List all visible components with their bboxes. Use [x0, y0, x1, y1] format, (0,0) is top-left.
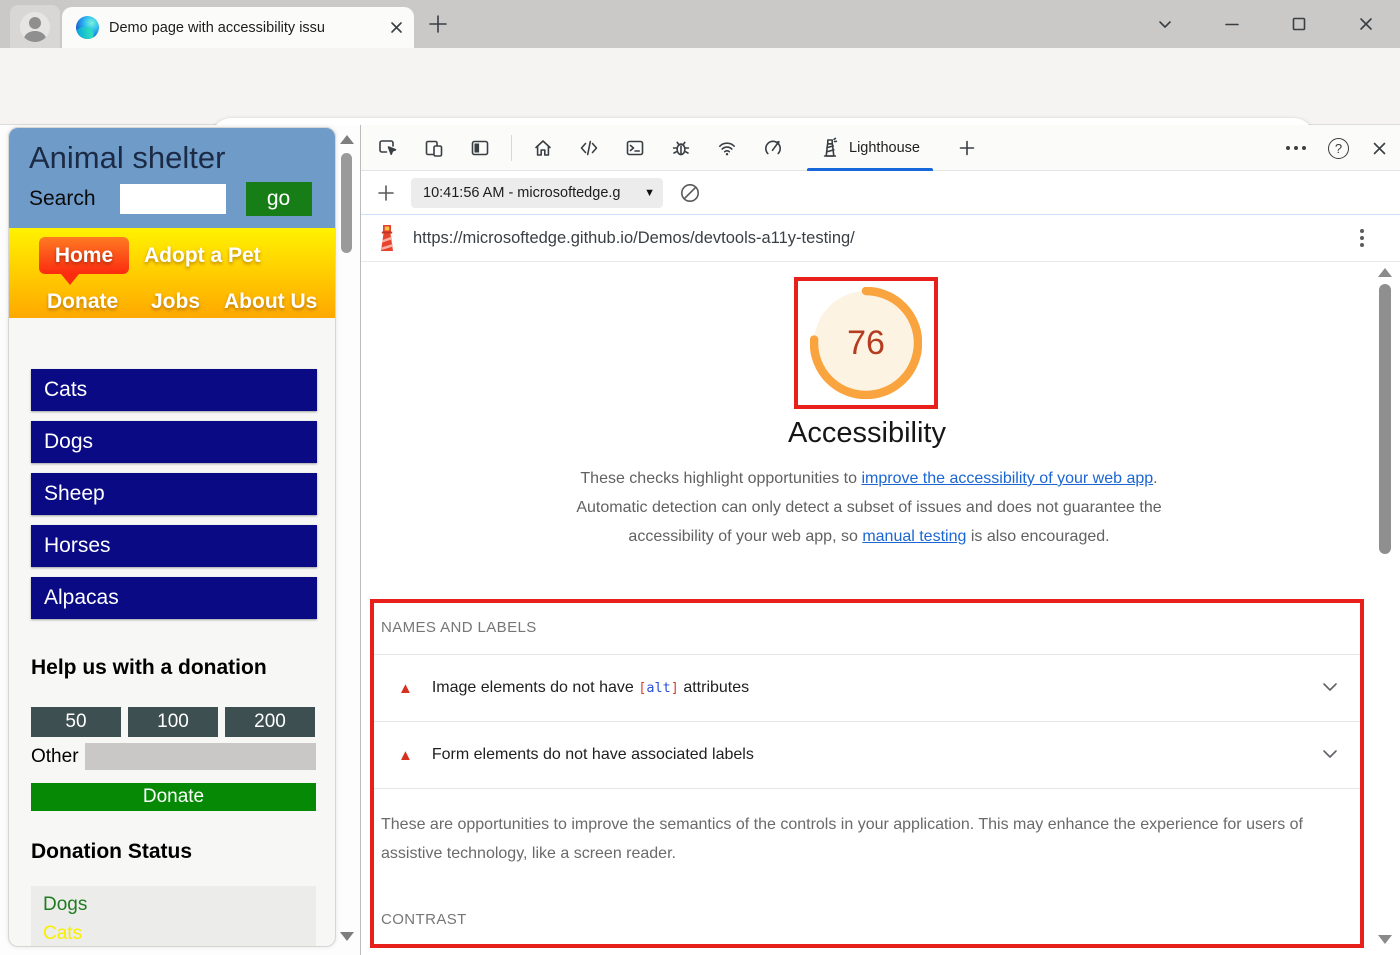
- audit-title: Image elements do not have [alt] attribu…: [431, 679, 750, 696]
- active-tab[interactable]: Demo page with accessibility issu: [62, 7, 414, 48]
- issues-bug-icon[interactable]: [666, 133, 696, 163]
- dock-side-icon[interactable]: [465, 133, 495, 163]
- run-history-dropdown[interactable]: 10:41:56 AM - microsoftedge.g ▼: [411, 177, 663, 208]
- nav-about-us[interactable]: About Us: [224, 290, 317, 314]
- lighthouse-tab-label: Lighthouse: [849, 139, 920, 156]
- browser-toolbar: microsoftedge.github.io/Demos/devtools-a…: [0, 48, 1400, 162]
- other-label: Other: [31, 746, 79, 767]
- status-item-dogs: Dogs: [43, 894, 88, 915]
- donate-button[interactable]: Donate: [31, 783, 316, 811]
- tab-lighthouse[interactable]: Lighthouse: [804, 125, 936, 171]
- help-icon[interactable]: [1328, 137, 1349, 159]
- device-emulation-icon[interactable]: [419, 133, 449, 163]
- manual-testing-link[interactable]: manual testing: [862, 528, 966, 545]
- nav-jobs[interactable]: Jobs: [151, 290, 200, 314]
- performance-icon[interactable]: [758, 133, 788, 163]
- toolbar-divider: [511, 134, 512, 161]
- elements-icon[interactable]: [574, 133, 604, 163]
- link-cats[interactable]: Cats: [31, 369, 317, 411]
- search-label: Search: [29, 187, 96, 210]
- lighthouse-report: 76 Accessibility These checks highlight …: [361, 262, 1400, 954]
- link-alpacas[interactable]: Alpacas: [31, 577, 317, 619]
- caret-down-icon: ▼: [644, 186, 655, 199]
- audit-form-labels[interactable]: ▲ Form elements do not have associated l…: [374, 722, 1360, 789]
- go-button[interactable]: go: [245, 182, 312, 216]
- minimize-button[interactable]: [1217, 9, 1247, 39]
- browser-window: Demo page with accessibility issu Animal…: [0, 0, 1400, 955]
- section-contrast: CONTRAST: [381, 911, 467, 928]
- amount-100-button[interactable]: 100: [128, 707, 218, 737]
- nav-adopt-a-pet[interactable]: Adopt a Pet: [144, 244, 261, 268]
- console-icon[interactable]: [620, 133, 650, 163]
- status-item-cats: Cats: [43, 923, 83, 944]
- audited-url-bar: https://microsoftedge.github.io/Demos/de…: [361, 215, 1400, 262]
- amount-50-button[interactable]: 50: [31, 707, 121, 737]
- warning-triangle-icon: ▲: [398, 746, 413, 764]
- nav-home[interactable]: Home: [39, 237, 129, 285]
- category-description: These checks highlight opportunities to …: [576, 470, 1162, 545]
- score-highlight-box: 76: [794, 277, 938, 409]
- scroll-up-icon[interactable]: [340, 135, 354, 144]
- welcome-home-icon[interactable]: [528, 133, 558, 163]
- devtools-more-icon[interactable]: [1286, 146, 1306, 150]
- audited-url: https://microsoftedge.github.io/Demos/de…: [413, 228, 855, 247]
- new-tab-button[interactable]: [426, 12, 450, 36]
- person-icon: [20, 11, 50, 42]
- maximize-button[interactable]: [1284, 9, 1314, 39]
- profile-avatar[interactable]: [10, 5, 60, 48]
- section-note: These are opportunities to improve the s…: [381, 816, 1303, 862]
- scroll-up-icon[interactable]: [1378, 268, 1392, 277]
- lighthouse-tab-icon: [823, 137, 838, 157]
- scroll-down-icon[interactable]: [340, 932, 354, 941]
- devtools-tab-bar: Lighthouse: [361, 125, 1400, 171]
- more-tabs-icon[interactable]: [952, 133, 982, 163]
- tab-title: Demo page with accessibility issu: [109, 19, 325, 36]
- donation-heading: Help us with a donation: [31, 656, 267, 679]
- animal-shelter-page: Animal shelter Search go Home Adopt a Pe…: [8, 127, 336, 947]
- audit-image-alt[interactable]: ▲ Image elements do not have [alt] attri…: [374, 655, 1360, 722]
- nav-donate[interactable]: Donate: [47, 290, 118, 314]
- report-scrollbar[interactable]: [1376, 268, 1394, 946]
- page-title: Animal shelter: [29, 140, 226, 175]
- scrollbar-thumb[interactable]: [1379, 284, 1391, 554]
- network-icon[interactable]: [712, 133, 742, 163]
- link-sheep[interactable]: Sheep: [31, 473, 317, 515]
- lighthouse-logo-icon: [381, 225, 393, 251]
- report-kebab-menu-icon[interactable]: [1360, 229, 1364, 247]
- chevron-down-icon[interactable]: [1322, 679, 1338, 697]
- donation-status-heading: Donation Status: [31, 840, 192, 863]
- tab-actions-chevron-icon[interactable]: [1150, 9, 1180, 39]
- page-nav: Home Adopt a Pet Donate Jobs About Us: [9, 228, 335, 318]
- donation-status-panel: Dogs Cats: [31, 886, 316, 946]
- improve-accessibility-link[interactable]: improve the accessibility of your web ap…: [861, 470, 1153, 487]
- scroll-down-icon[interactable]: [1378, 935, 1392, 944]
- tab-close-icon[interactable]: [389, 20, 404, 35]
- amount-200-button[interactable]: 200: [225, 707, 315, 737]
- chevron-down-icon[interactable]: [1322, 746, 1338, 764]
- lighthouse-run-bar: 10:41:56 AM - microsoftedge.g ▼: [361, 171, 1400, 215]
- tab-bar: Demo page with accessibility issu: [0, 0, 1400, 48]
- link-dogs[interactable]: Dogs: [31, 421, 317, 463]
- devtools-close-icon[interactable]: [1371, 140, 1388, 157]
- page-viewport: Animal shelter Search go Home Adopt a Pe…: [0, 125, 360, 955]
- audits-highlight-box: NAMES AND LABELS ▲ Image elements do not…: [370, 599, 1364, 948]
- close-window-button[interactable]: [1351, 9, 1381, 39]
- devtools-panel: Lighthouse 10:41:56 AM - microsoftedge.g…: [360, 125, 1400, 955]
- page-header: Animal shelter Search go: [9, 128, 335, 228]
- score-value: 76: [847, 323, 885, 362]
- search-input[interactable]: [119, 184, 226, 214]
- accessibility-score-gauge[interactable]: 76: [809, 286, 923, 400]
- scrollbar-thumb[interactable]: [341, 153, 352, 253]
- audit-title: Form elements do not have associated lab…: [431, 746, 754, 763]
- link-horses[interactable]: Horses: [31, 525, 317, 567]
- category-title: Accessibility: [788, 417, 946, 449]
- section-names-and-labels: NAMES AND LABELS: [374, 603, 1360, 655]
- inspect-element-icon[interactable]: [373, 133, 403, 163]
- warning-triangle-icon: ▲: [398, 679, 413, 697]
- other-amount-input[interactable]: [85, 743, 316, 770]
- edge-logo-icon: [76, 16, 99, 39]
- page-scrollbar[interactable]: [338, 131, 356, 949]
- clear-audits-icon[interactable]: [678, 181, 702, 205]
- new-audit-icon[interactable]: [376, 183, 396, 203]
